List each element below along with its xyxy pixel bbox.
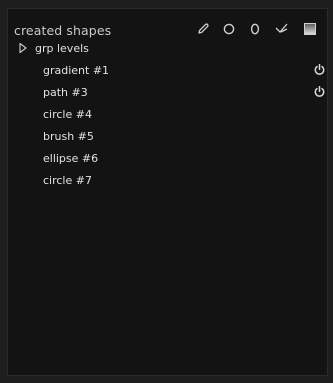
list-item-label: brush #5	[43, 130, 94, 143]
path-icon[interactable]	[273, 20, 291, 38]
pencil-icon[interactable]	[194, 20, 212, 38]
list-item-label: ellipse #6	[43, 152, 99, 165]
created-shapes-panel: created shapes grp levels gradient #1 pa…	[7, 8, 328, 376]
list-item-label: gradient #1	[43, 64, 110, 77]
list-item-brush-5[interactable]: brush #5	[8, 125, 327, 147]
list-item-label: circle #4	[43, 108, 92, 121]
list-item-circle-4[interactable]: circle #4	[8, 103, 327, 125]
shapes-list: grp levels gradient #1 path #3 circle #4	[8, 37, 327, 191]
list-item-gradient-1[interactable]: gradient #1	[8, 59, 327, 81]
power-icon[interactable]	[313, 85, 326, 98]
power-icon[interactable]	[313, 63, 326, 76]
circle-icon[interactable]	[220, 20, 238, 38]
list-item-label: grp levels	[35, 42, 89, 55]
list-item-label: path #3	[43, 86, 88, 99]
list-item-ellipse-6[interactable]: ellipse #6	[8, 147, 327, 169]
list-item-path-3[interactable]: path #3	[8, 81, 327, 103]
ellipse-icon[interactable]	[246, 20, 264, 38]
list-item-label: circle #7	[43, 174, 92, 187]
list-item-grp-levels[interactable]: grp levels	[8, 37, 327, 59]
triangle-right-icon[interactable]	[18, 42, 28, 54]
list-item-circle-7[interactable]: circle #7	[8, 169, 327, 191]
gradient-icon[interactable]	[301, 20, 319, 38]
panel-title: created shapes	[14, 23, 112, 38]
